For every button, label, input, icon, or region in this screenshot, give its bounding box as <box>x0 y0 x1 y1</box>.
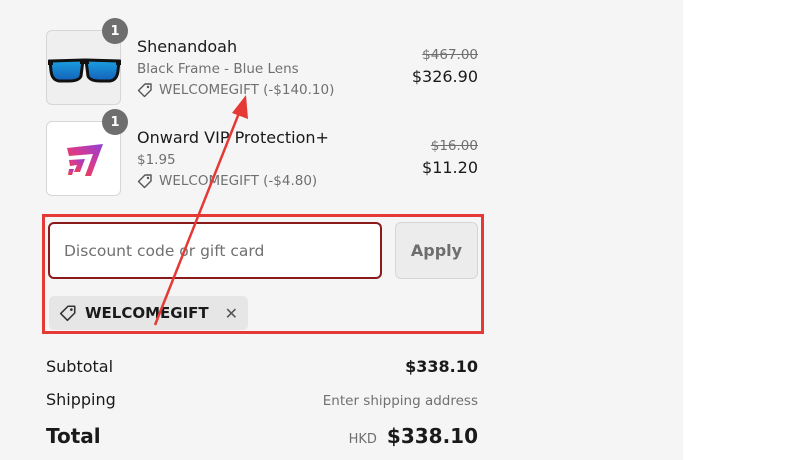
item-discount-label: WELCOMEGIFT (-$140.10) <box>159 82 335 98</box>
product-title: Shenandoah <box>137 37 238 56</box>
product-variant: Black Frame - Blue Lens <box>137 61 299 77</box>
currency-code: HKD <box>348 432 377 447</box>
total-value-group: HKD $338.10 <box>349 424 478 448</box>
discounted-price: $326.90 <box>411 67 478 86</box>
shipping-label: Shipping <box>46 390 116 409</box>
remove-discount-icon[interactable]: ✕ <box>225 304 238 323</box>
quantity-badge: 1 <box>102 109 128 135</box>
subtotal-row: Subtotal $338.10 <box>46 357 478 376</box>
item-discount: WELCOMEGIFT (-$4.80) <box>137 173 317 189</box>
subtotal-label: Subtotal <box>46 357 114 376</box>
item-discount: WELCOMEGIFT (-$140.10) <box>137 82 334 98</box>
tag-icon <box>137 174 152 189</box>
quantity-badge: 1 <box>102 18 128 44</box>
apply-discount-button[interactable]: Apply <box>395 222 478 279</box>
tag-icon <box>137 83 152 98</box>
order-summary-panel: 1 Shenandoah Black Frame - Blue Lens WEL… <box>0 0 683 460</box>
tag-icon <box>59 305 76 322</box>
product-variant: $1.95 <box>137 152 176 168</box>
discount-code-input[interactable] <box>48 222 382 279</box>
shipping-row: Shipping Enter shipping address <box>46 390 478 409</box>
applied-discount-chip: WELCOMEGIFT ✕ <box>49 296 249 330</box>
discount-code-section: Apply WELCOMEGIFT ✕ <box>42 214 484 334</box>
total-value: $338.10 <box>386 424 478 448</box>
shipping-value: Enter shipping address <box>322 393 478 409</box>
item-discount-label: WELCOMEGIFT (-$4.80) <box>159 173 318 189</box>
discounted-price: $11.20 <box>422 158 478 177</box>
subtotal-value: $338.10 <box>405 357 478 376</box>
applied-discount-code: WELCOMEGIFT <box>85 304 209 322</box>
original-price: $467.00 <box>422 47 478 63</box>
original-price: $16.00 <box>430 138 478 154</box>
product-title: Onward VIP Protection+ <box>137 128 329 147</box>
total-row: Total HKD $338.10 <box>46 424 478 448</box>
total-label: Total <box>46 424 101 448</box>
